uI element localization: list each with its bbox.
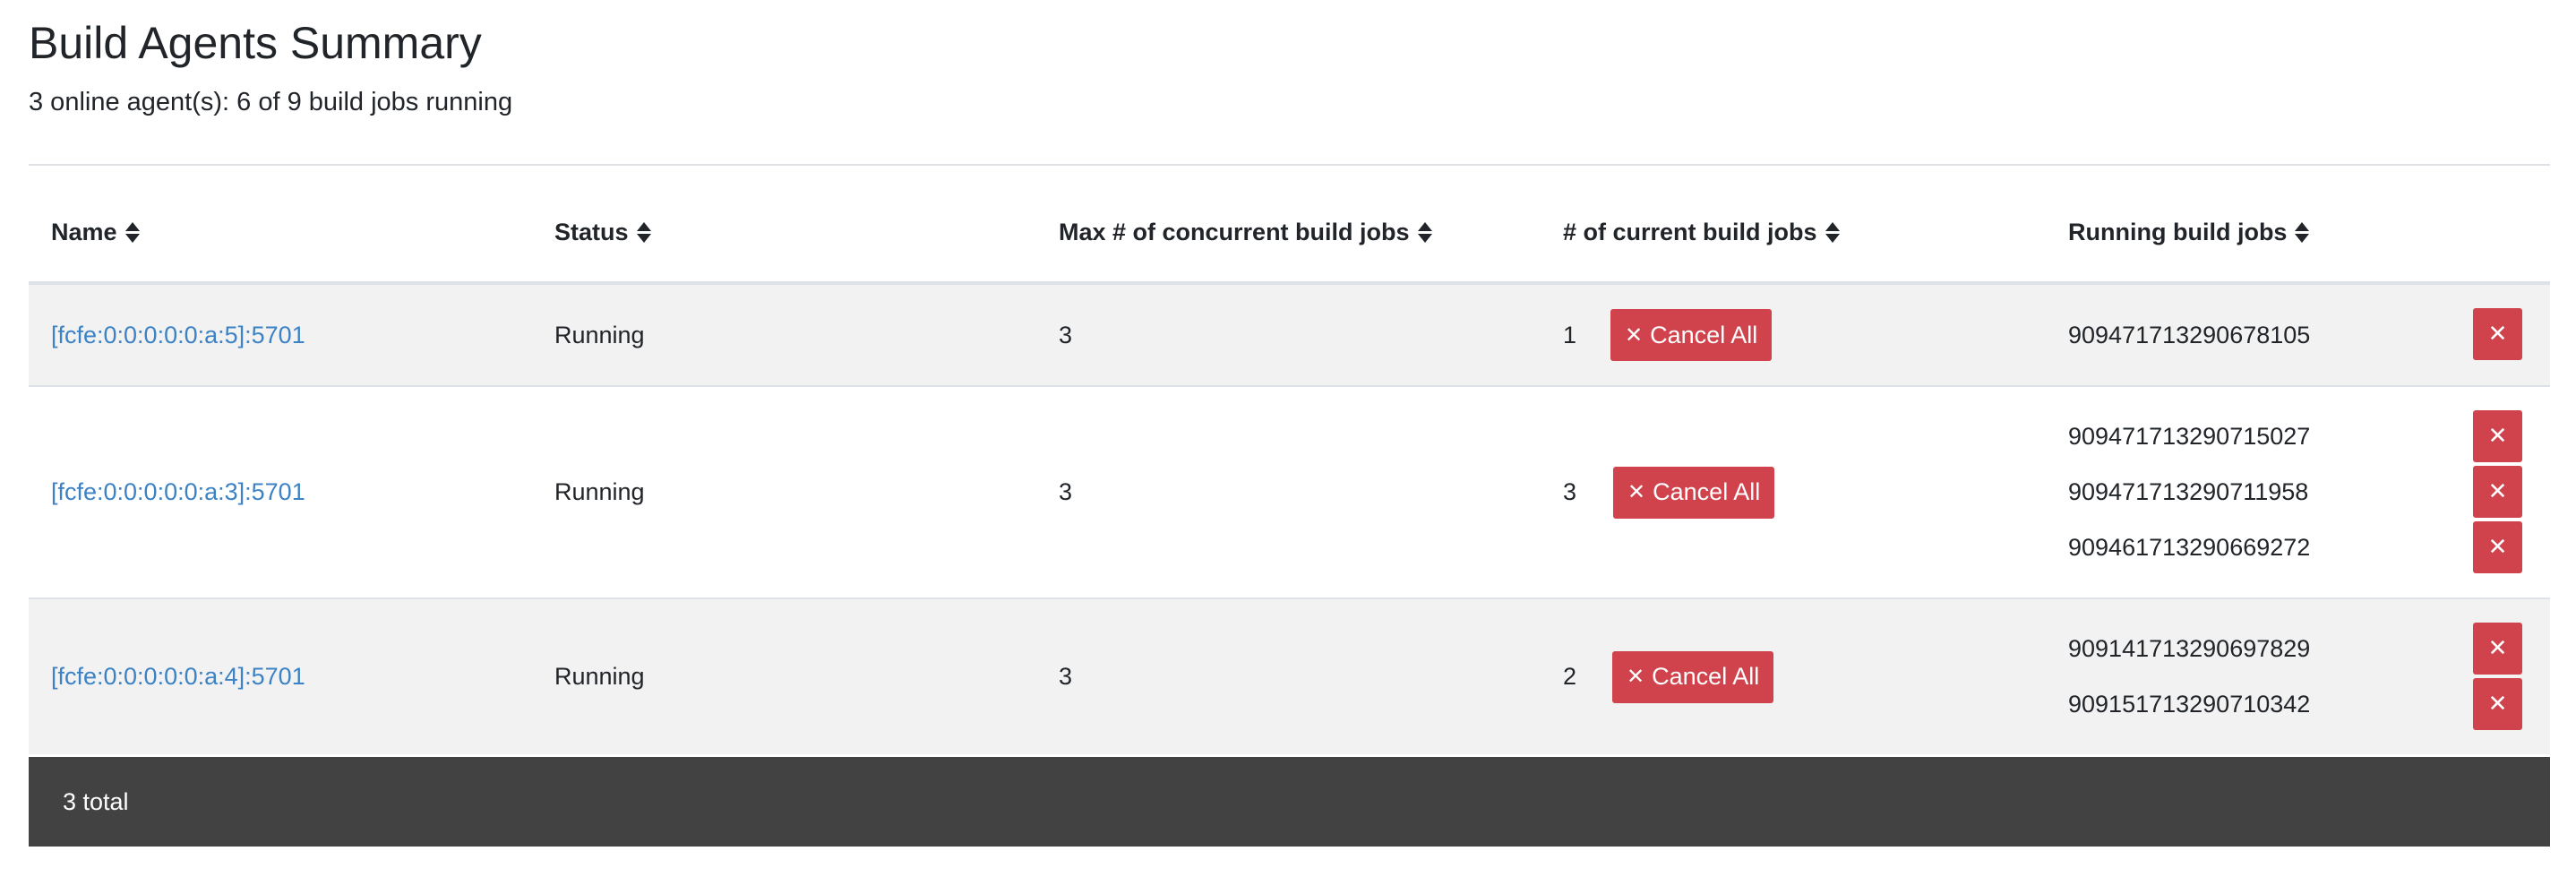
table-row: [fcfe:0:0:0:0:0:a:4]:5701 Running 3 2 ✕ C… bbox=[29, 599, 2550, 754]
cancel-all-button[interactable]: ✕ Cancel All bbox=[1612, 650, 1774, 703]
list-item: 909471713290715027 ✕ bbox=[2068, 409, 2522, 465]
times-icon: ✕ bbox=[1627, 480, 1646, 504]
times-icon: ✕ bbox=[2487, 422, 2508, 450]
column-header-status[interactable]: Status bbox=[554, 183, 653, 281]
agent-current-jobs: 1 bbox=[1563, 321, 1577, 348]
total-count: 3 total bbox=[63, 787, 129, 815]
times-icon: ✕ bbox=[2487, 321, 2508, 348]
build-agents-table: Name Status Max # of concurrent build jo… bbox=[29, 183, 2550, 754]
list-item: 909471713290678105 ✕ bbox=[2068, 307, 2522, 363]
cancel-job-button[interactable]: ✕ bbox=[2473, 622, 2522, 675]
table-footer: 3 total bbox=[29, 757, 2550, 847]
times-icon: ✕ bbox=[2487, 533, 2508, 561]
times-icon: ✕ bbox=[1625, 322, 1644, 348]
column-header-name[interactable]: Name bbox=[51, 183, 142, 281]
sort-icon bbox=[125, 221, 142, 243]
table-row: [fcfe:0:0:0:0:0:a:3]:5701 Running 3 3 ✕ C… bbox=[29, 387, 2550, 599]
list-item: 909461713290669272 ✕ bbox=[2068, 520, 2522, 576]
column-header-max-jobs[interactable]: Max # of concurrent build jobs bbox=[1059, 183, 1434, 281]
list-item: 909141713290697829 ✕ bbox=[2068, 622, 2522, 677]
table-header: Name Status Max # of concurrent build jo… bbox=[29, 183, 2550, 285]
times-icon: ✕ bbox=[2487, 477, 2508, 505]
column-header-running-jobs[interactable]: Running build jobs bbox=[2068, 183, 2311, 281]
divider bbox=[29, 164, 2550, 166]
build-job-id: 909151713290710342 bbox=[2068, 691, 2311, 718]
agents-summary-text: 3 online agent(s): 6 of 9 build jobs run… bbox=[29, 88, 513, 116]
build-job-id: 909471713290715027 bbox=[2068, 423, 2311, 450]
agent-current-jobs: 3 bbox=[1563, 478, 1577, 505]
agent-max-jobs: 3 bbox=[1059, 321, 1073, 348]
agent-link[interactable]: [fcfe:0:0:0:0:0:a:4]:5701 bbox=[51, 663, 305, 691]
sort-icon bbox=[2295, 221, 2311, 243]
running-jobs-list: 909471713290678105 ✕ bbox=[2068, 285, 2522, 385]
agent-status: Running bbox=[554, 663, 645, 690]
build-job-id: 909461713290669272 bbox=[2068, 534, 2311, 561]
running-jobs-list: 909141713290697829 ✕ 909151713290710342 … bbox=[2068, 599, 2522, 754]
agent-max-jobs: 3 bbox=[1059, 478, 1073, 505]
times-icon: ✕ bbox=[1627, 665, 1645, 689]
build-job-id: 909141713290697829 bbox=[2068, 635, 2311, 662]
agent-status: Running bbox=[554, 478, 645, 505]
sort-icon bbox=[1825, 221, 1842, 243]
build-job-id: 909471713290711958 bbox=[2068, 478, 2309, 505]
table-row: [fcfe:0:0:0:0:0:a:5]:5701 Running 3 1 ✕ C… bbox=[29, 285, 2550, 387]
list-item: 909471713290711958 ✕ bbox=[2068, 465, 2522, 520]
sort-icon bbox=[636, 221, 653, 243]
cancel-job-button[interactable]: ✕ bbox=[2473, 520, 2522, 573]
list-item: 909151713290710342 ✕ bbox=[2068, 677, 2522, 733]
cancel-job-button[interactable]: ✕ bbox=[2473, 465, 2522, 518]
agent-link[interactable]: [fcfe:0:0:0:0:0:a:3]:5701 bbox=[51, 478, 305, 506]
times-icon: ✕ bbox=[2487, 690, 2508, 718]
agent-current-jobs: 2 bbox=[1563, 663, 1577, 690]
times-icon: ✕ bbox=[2487, 634, 2508, 662]
build-job-id: 909471713290678105 bbox=[2068, 321, 2311, 348]
cancel-all-button[interactable]: ✕ Cancel All bbox=[1613, 466, 1775, 519]
agent-status: Running bbox=[554, 321, 645, 348]
cancel-job-button[interactable]: ✕ bbox=[2473, 409, 2522, 462]
page-title: Build Agents Summary bbox=[29, 18, 482, 68]
running-jobs-list: 909471713290715027 ✕ 909471713290711958 … bbox=[2068, 387, 2522, 597]
sort-icon bbox=[1417, 221, 1434, 243]
cancel-all-button[interactable]: ✕ Cancel All bbox=[1610, 309, 1773, 361]
agent-link[interactable]: [fcfe:0:0:0:0:0:a:5]:5701 bbox=[51, 322, 305, 349]
cancel-job-button[interactable]: ✕ bbox=[2473, 308, 2522, 360]
column-header-current-jobs[interactable]: # of current build jobs bbox=[1563, 183, 1842, 281]
cancel-job-button[interactable]: ✕ bbox=[2473, 677, 2522, 730]
agent-max-jobs: 3 bbox=[1059, 663, 1073, 690]
